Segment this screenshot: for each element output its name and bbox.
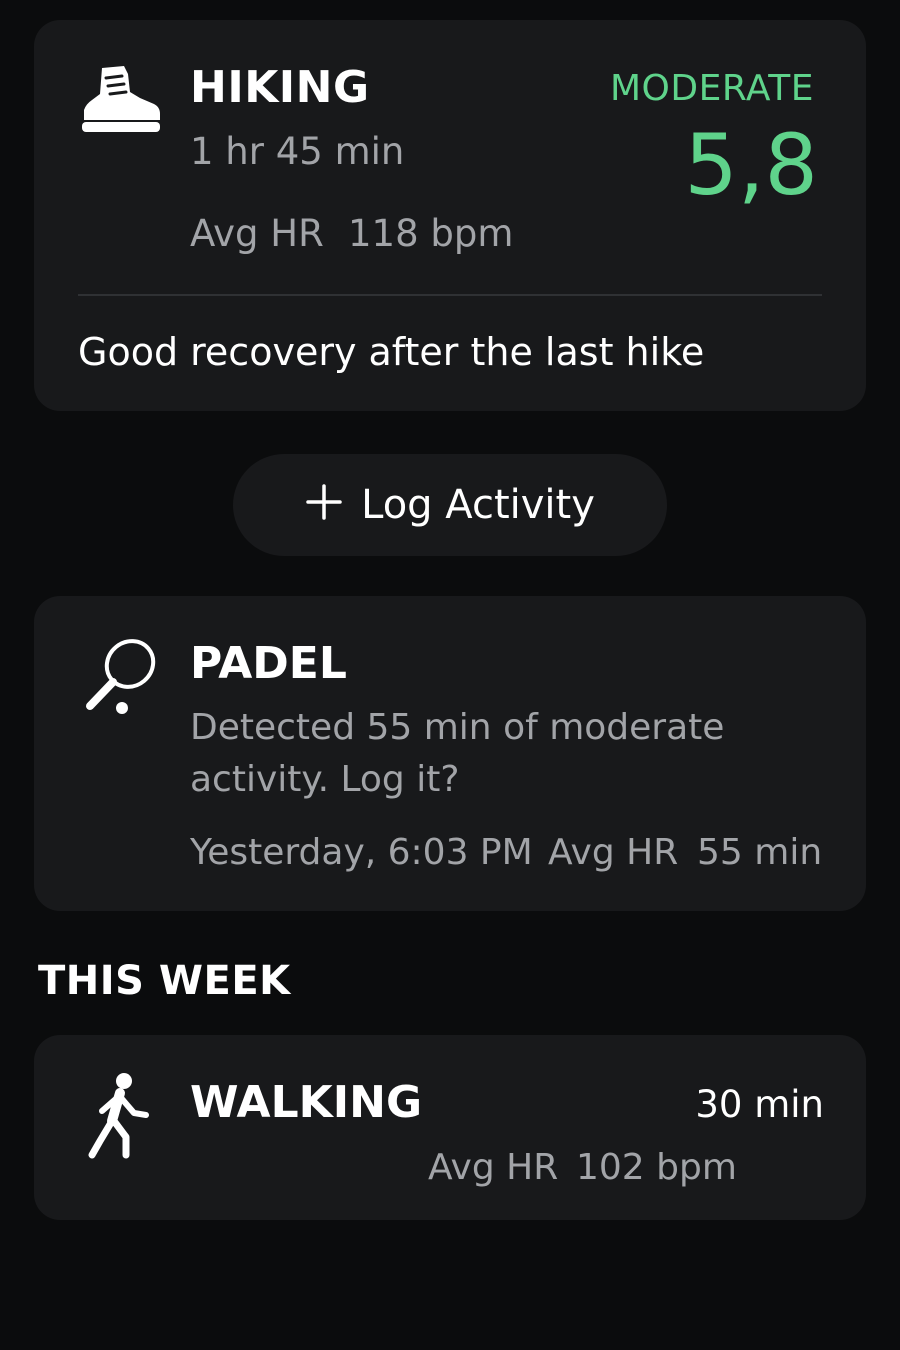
plus-icon — [305, 481, 343, 529]
log-activity-button[interactable]: Log Activity — [233, 454, 667, 556]
activity-title: HIKING — [190, 62, 370, 113]
strain-score: 5,8 — [684, 116, 818, 214]
detected-time: Yesterday, 6:03 PM — [190, 832, 533, 873]
avg-hr-label: Avg HR — [428, 1147, 559, 1188]
hiking-boot-icon — [80, 64, 162, 136]
walking-activity-card[interactable]: WALKING 30 min Avg HR 102 bpm — [34, 1035, 866, 1220]
padel-racket-icon — [80, 636, 160, 716]
avg-hr-value: 118 bpm — [348, 212, 514, 255]
activity-title: WALKING — [190, 1077, 423, 1128]
walking-person-icon — [84, 1071, 156, 1163]
log-activity-label: Log Activity — [361, 482, 595, 528]
activity-title: PADEL — [190, 638, 347, 689]
avg-hr-value: 102 bpm — [576, 1147, 737, 1188]
activity-duration: 30 min — [695, 1083, 824, 1126]
divider — [78, 294, 822, 296]
padel-detected-card[interactable]: PADEL Detected 55 min of moderate activi… — [34, 596, 866, 911]
hiking-activity-card[interactable]: HIKING 1 hr 45 min Avg HR 118 bpm MODERA… — [34, 20, 866, 411]
section-heading-this-week: THIS WEEK — [38, 958, 291, 1004]
activity-note: Good recovery after the last hike — [78, 330, 705, 374]
avg-hr-label: Avg HR — [190, 212, 324, 255]
avg-hr-label: Avg HR — [548, 832, 679, 873]
intensity-label: MODERATE — [610, 68, 814, 109]
detection-description: Detected 55 min of moderate activity. Lo… — [190, 707, 725, 800]
activity-duration: 55 min — [697, 832, 823, 873]
activity-duration: 1 hr 45 min — [190, 130, 405, 173]
